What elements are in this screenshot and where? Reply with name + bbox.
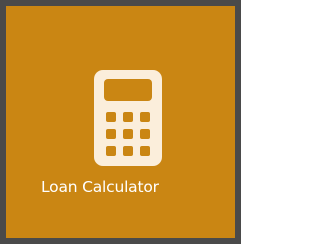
calculator-key — [123, 146, 133, 156]
calculator-key — [106, 112, 116, 122]
loan-calculator-tile[interactable]: Loan Calculator — [0, 0, 241, 244]
calculator-key — [140, 146, 150, 156]
calculator-key — [140, 112, 150, 122]
calculator-key — [123, 129, 133, 139]
calculator-key — [106, 146, 116, 156]
tile-label: Loan Calculator — [41, 178, 159, 196]
calculator-key — [123, 112, 133, 122]
calculator-display — [104, 79, 152, 101]
calculator-icon — [94, 70, 162, 166]
calculator-keys — [106, 112, 150, 156]
calculator-key — [106, 129, 116, 139]
calculator-key — [140, 129, 150, 139]
